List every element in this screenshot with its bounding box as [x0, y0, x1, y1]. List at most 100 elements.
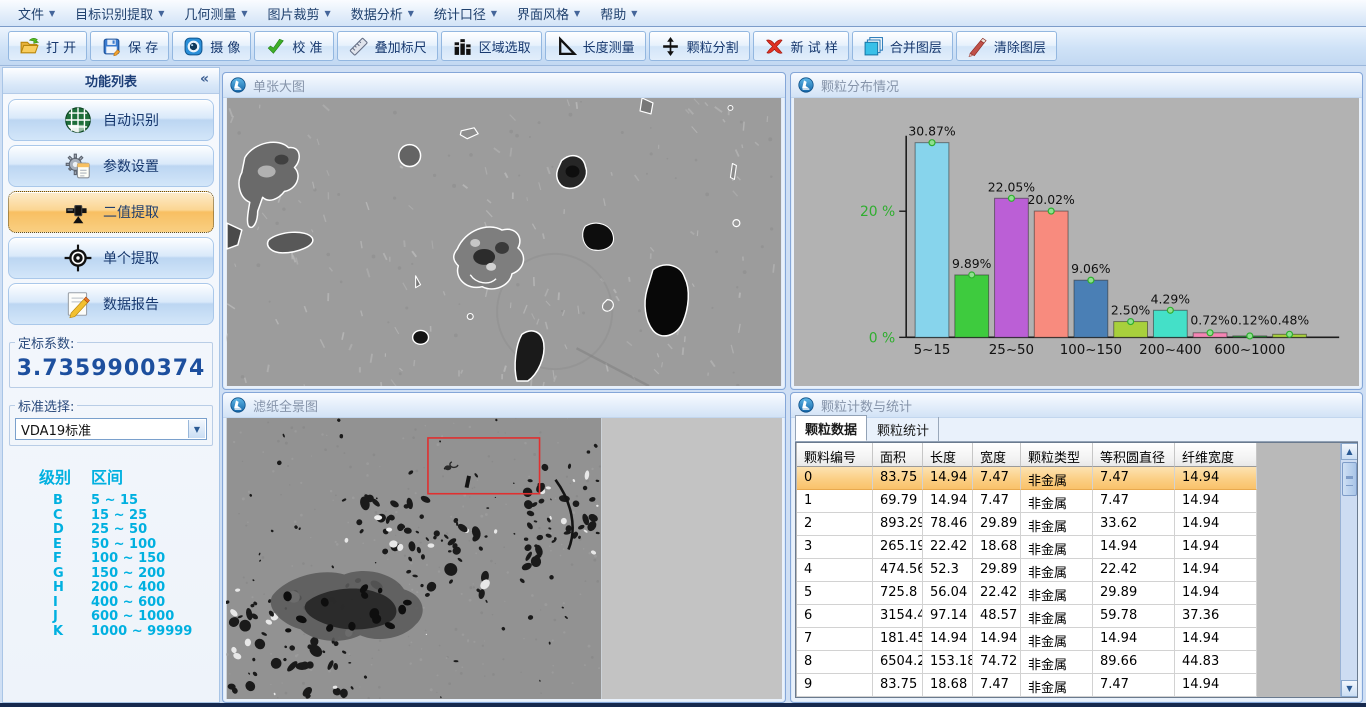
level-row: G150 ~ 200 [13, 567, 213, 582]
capture-button[interactable]: 摄 像 [172, 31, 251, 61]
standard-group: 标准选择: VDA19标准 ▼ [9, 396, 213, 446]
dropdown-arrow-icon[interactable]: ▼ [188, 420, 205, 438]
capture-button-label: 摄 像 [210, 37, 240, 56]
table-header-row[interactable]: 颗料编号面积长度宽度颗粒类型等积圆直径纤维宽度 [797, 443, 1257, 467]
table-row[interactable]: 3265.1922.4218.68非金属14.9414.94 [797, 536, 1257, 559]
length-measure-button[interactable]: 长度测量 [545, 31, 646, 61]
panel-header: 颗粒分布情况 [791, 73, 1362, 98]
binary-extract-button[interactable]: 二值提取 [8, 191, 214, 233]
table-row[interactable]: 169.7914.947.47非金属7.4714.94 [797, 490, 1257, 513]
table-cell: 725.8 [873, 582, 923, 605]
microscope-icon [230, 397, 246, 413]
table-row-partial[interactable]: 非金属 [797, 697, 1257, 698]
save-button[interactable]: 保 存 [90, 31, 169, 61]
collapse-sidebar-icon[interactable]: « [200, 71, 209, 87]
table-cell: 18.68 [973, 536, 1021, 559]
data-report-button[interactable]: 数据报告 [8, 283, 214, 325]
table-cell: 非金属 [1021, 582, 1093, 605]
menu-item-data-analysis[interactable]: 数据分析▼ [341, 1, 424, 26]
panel-header: 颗粒计数与统计 [791, 393, 1362, 418]
menu-item-help[interactable]: 帮助▼ [590, 1, 647, 26]
clear-layers-button[interactable]: 清除图层 [956, 31, 1057, 61]
table-cell: 22.42 [973, 582, 1021, 605]
param-settings-button[interactable]: 参数设置 [8, 145, 214, 187]
menu-bar: 文件▼目标识别提取▼几何测量▼图片裁剪▼数据分析▼统计口径▼界面风格▼帮助▼ [0, 0, 1366, 27]
table-row[interactable]: 86504.25153.1874.72非金属89.6644.83 [797, 651, 1257, 674]
table-row[interactable]: 083.7514.947.47非金属7.4714.94 [797, 467, 1257, 490]
scroll-up-icon[interactable]: ▲ [1341, 443, 1358, 460]
scroll-down-icon[interactable]: ▼ [1341, 680, 1358, 697]
panorama-view[interactable] [226, 418, 782, 699]
overlay-ruler-button[interactable]: 叠加标尺 [337, 31, 438, 61]
svg-text:200~400: 200~400 [1139, 343, 1201, 358]
table-cell: 7.47 [1093, 490, 1175, 513]
menu-item-stat-caliber[interactable]: 统计口径▼ [424, 1, 507, 26]
menu-item-geometry[interactable]: 几何测量▼ [174, 1, 257, 26]
menu-item-image-crop-label: 图片裁剪 [268, 4, 320, 23]
table-cell: 颗粒类型 [1021, 443, 1093, 467]
panel-header: 单张大图 [223, 73, 785, 98]
table-cell: 非金属 [1021, 513, 1093, 536]
camera-icon [183, 36, 204, 57]
table-cell: 非金属 [1021, 628, 1093, 651]
svg-text:30.87%: 30.87% [908, 124, 956, 139]
param-settings-icon [63, 151, 93, 181]
table-row[interactable]: 983.7518.687.47非金属7.4714.94 [797, 674, 1257, 697]
single-image-view[interactable] [226, 98, 782, 386]
tab-particle-stats[interactable]: 颗粒统计 [868, 417, 939, 441]
level-range: 150 ~ 200 [91, 567, 165, 582]
table-cell: 14.94 [1175, 490, 1257, 513]
table-cell: 474.56 [873, 559, 923, 582]
panorama-image [226, 418, 602, 699]
menu-item-file[interactable]: 文件▼ [8, 1, 65, 26]
standard-select-value: VDA19标准 [21, 420, 91, 439]
level-letter: E [13, 538, 91, 553]
region-select-button[interactable]: 区域选取 [441, 31, 542, 61]
particle-split-button[interactable]: 颗粒分割 [649, 31, 750, 61]
table-row[interactable]: 2893.2978.4629.89非金属33.6214.94 [797, 513, 1257, 536]
svg-text:0.12%: 0.12% [1230, 312, 1270, 327]
calibrate-button[interactable]: 校 准 [254, 31, 333, 61]
table-cell [1175, 697, 1257, 698]
table-cell: 14.94 [1175, 513, 1257, 536]
table-row[interactable]: 7181.4514.9414.94非金属14.9414.94 [797, 628, 1257, 651]
table-cell: 14.94 [1175, 559, 1257, 582]
level-letter: I [13, 596, 91, 611]
table-cell: 153.18 [923, 651, 973, 674]
data-report-icon [63, 289, 93, 319]
save-icon [101, 36, 122, 57]
table-row[interactable]: 63154.4297.1448.57非金属59.7837.36 [797, 605, 1257, 628]
table-cell: 69.79 [873, 490, 923, 513]
tab-particle-data[interactable]: 颗粒数据 [795, 415, 867, 441]
level-range: 100 ~ 150 [91, 552, 165, 567]
level-range: 600 ~ 1000 [91, 610, 174, 625]
menu-item-ui-style[interactable]: 界面风格 ▼ [507, 1, 590, 26]
new-sample-button[interactable]: 新 试 样 [753, 31, 849, 61]
scroll-thumb[interactable] [1342, 462, 1357, 496]
menu-item-image-crop[interactable]: 图片裁剪▼ [258, 1, 341, 26]
svg-text:20.02%: 20.02% [1028, 192, 1076, 207]
sidebar-title: 功能列表 [85, 71, 137, 90]
table-row[interactable]: 5725.856.0422.42非金属29.8914.94 [797, 582, 1257, 605]
open-button[interactable]: 打 开 [8, 31, 87, 61]
length-measure-icon [556, 36, 577, 57]
table-cell: 14.94 [1093, 628, 1175, 651]
table-cell: 22.42 [1093, 559, 1175, 582]
table-cell: 29.89 [973, 513, 1021, 536]
menu-dropdown-icon: ▼ [574, 9, 580, 18]
table-cell [797, 697, 873, 698]
table-row[interactable]: 4474.5652.329.89非金属22.4214.94 [797, 559, 1257, 582]
standard-select[interactable]: VDA19标准 ▼ [15, 418, 207, 440]
table-cell: 7.47 [973, 490, 1021, 513]
menu-item-ui-style-label: 界面风格 [517, 4, 569, 23]
level-letter: H [13, 581, 91, 596]
menu-dropdown-icon: ▼ [241, 9, 247, 18]
table-cell: 14.94 [1175, 582, 1257, 605]
menu-item-target-extract[interactable]: 目标识别提取▼ [65, 1, 174, 26]
single-extract-button[interactable]: 单个提取 [8, 237, 214, 279]
table-cell: 265.19 [873, 536, 923, 559]
auto-recognize-button[interactable]: 自动识别 [8, 99, 214, 141]
merge-layers-button[interactable]: 合并图层 [852, 31, 953, 61]
table-scrollbar[interactable]: ▲ ▼ [1340, 443, 1357, 697]
data-report-button-label: 数据报告 [103, 294, 159, 314]
